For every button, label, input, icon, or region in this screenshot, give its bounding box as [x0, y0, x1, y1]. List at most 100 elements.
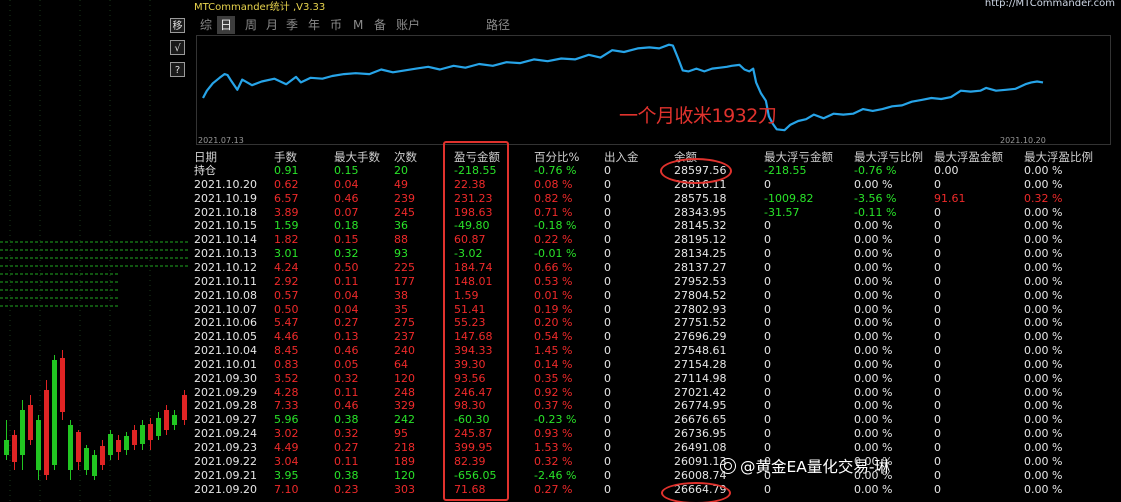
table-row[interactable]: 2021.10.11 2.92 0.11 177 148.01 0.53 % 0 27952.… — [192, 275, 1121, 289]
tab-3[interactable]: 月 — [266, 16, 278, 34]
column-header[interactable]: 百分比% — [534, 150, 579, 164]
candle-body — [172, 415, 177, 425]
table-cell: 0.00 % — [1024, 482, 1063, 496]
table-cell: 0 — [934, 219, 941, 233]
table-cell: 4.49 — [274, 441, 299, 454]
column-header[interactable]: 出入金 — [604, 150, 639, 164]
table-cell: 2021.09.23 — [194, 441, 257, 454]
table-cell: 27952.53 — [674, 274, 727, 288]
help-button[interactable]: ? — [170, 62, 185, 77]
column-header[interactable]: 日期 — [194, 150, 217, 164]
table-row[interactable]: 2021.10.19 6.57 0.46 239 231.23 0.82 % 0 28575.… — [192, 192, 1121, 206]
candle-body — [148, 424, 153, 440]
table-row[interactable]: 2021.10.20 0.62 0.04 49 22.38 0.08 % 0 28816.11… — [192, 178, 1121, 192]
table-row[interactable]: 2021.09.29 4.28 0.11 248 246.47 0.92 % 0 27021.… — [192, 386, 1121, 400]
column-header[interactable]: 最大手数 — [334, 150, 380, 164]
table-row[interactable]: 2021.10.01 0.83 0.05 64 39.30 0.14 % 0 27154.28… — [192, 358, 1121, 372]
column-header[interactable]: 最大浮盈金额 — [934, 150, 1003, 164]
column-header[interactable]: 次数 — [394, 150, 417, 164]
table-cell: 2021.09.30 — [194, 371, 257, 385]
table-row[interactable]: 2021.09.27 5.96 0.38 242 -60.30 -0.23 % 0 26676… — [192, 413, 1121, 427]
column-header[interactable]: 最大浮盈比例 — [1024, 150, 1093, 164]
tab-8[interactable]: 备 — [374, 16, 386, 34]
table-cell: 2021.10.04 — [194, 344, 257, 358]
table-row[interactable]: 2021.09.21 3.95 0.38 120 -656.05 -2.46 % 0 2600… — [192, 469, 1121, 483]
table-row[interactable]: 2021.10.06 5.47 0.27 275 55.23 0.20 % 0 27751.5… — [192, 316, 1121, 330]
tab-2[interactable]: 周 — [245, 16, 257, 34]
table-row[interactable]: 2021.09.30 3.52 0.32 120 93.56 0.35 % 0 27114.9… — [192, 372, 1121, 386]
table-cell: 3.02 — [274, 427, 299, 441]
table-cell: 0.00 % — [1024, 260, 1063, 274]
table-cell: 242 — [394, 413, 415, 427]
table-cell: 0.00 % — [1024, 164, 1063, 177]
tab-7[interactable]: M — [353, 16, 363, 34]
table-row[interactable]: 2021.10.08 0.57 0.04 38 1.59 0.01 % 0 27804.52 0… — [192, 289, 1121, 303]
table-row[interactable]: 2021.10.07 0.50 0.04 35 51.41 0.19 % 0 27802.93… — [192, 303, 1121, 317]
move-button[interactable]: 移 — [170, 18, 185, 33]
table-cell: 4.28 — [274, 385, 299, 399]
table-cell: -0.11 % — [854, 205, 897, 219]
tab-6[interactable]: 币 — [330, 16, 342, 34]
tab-10[interactable]: 路径 — [486, 16, 510, 34]
table-cell: 0 — [764, 177, 771, 191]
table-cell: 0 — [934, 385, 941, 399]
check-button[interactable]: √ — [170, 40, 185, 55]
table-cell: 0 — [764, 482, 771, 496]
table-row[interactable]: 2021.10.05 4.46 0.13 237 147.68 0.54 % 0 27696.… — [192, 330, 1121, 344]
table-cell: 0 — [764, 413, 771, 427]
table-row[interactable]: 2021.10.15 1.59 0.18 36 -49.80 -0.18 % 0 28145.… — [192, 219, 1121, 233]
column-header[interactable]: 最大浮亏金额 — [764, 150, 833, 164]
table-cell: 0 — [934, 302, 941, 316]
table-row[interactable]: 持仓 0.91 0.15 20 -218.55 -0.76 % 0 28597.56 -218.… — [192, 164, 1121, 178]
column-header[interactable]: 手数 — [274, 150, 297, 164]
table-row[interactable]: 2021.10.12 4.24 0.50 225 184.74 0.66 % 0 28137.… — [192, 261, 1121, 275]
tab-0[interactable]: 综 — [200, 16, 212, 34]
table-cell: 2021.09.24 — [194, 427, 257, 441]
tab-9[interactable]: 账户 — [396, 16, 420, 34]
table-cell: 5.96 — [274, 413, 299, 427]
table-cell: 28343.95 — [674, 205, 727, 219]
table-cell: 0 — [604, 191, 611, 205]
website-link[interactable]: http://MTCommander.com — [985, 0, 1115, 9]
table-row[interactable]: 2021.10.13 3.01 0.32 93 -3.02 -0.01 % 0 28134.2… — [192, 247, 1121, 261]
table-cell: -0.18 % — [534, 219, 577, 233]
table-cell: 0.57 — [274, 288, 299, 302]
table-cell: 0.00 % — [854, 316, 893, 330]
side-toolbar: 移 √ ? — [168, 0, 190, 90]
table-cell: 0.00 % — [854, 219, 893, 233]
table-row[interactable]: 2021.09.23 4.49 0.27 218 399.95 1.53 % 0 26491.… — [192, 441, 1121, 455]
table-cell: 91.61 — [934, 191, 966, 205]
table-row[interactable]: 2021.09.20 7.10 0.23 303 71.68 0.27 % 0 26664.7… — [192, 483, 1121, 497]
table-cell: 0 — [934, 330, 941, 344]
table-cell: 0.00 % — [854, 371, 893, 385]
table-cell: 0 — [764, 344, 771, 358]
table-cell: 0 — [934, 344, 941, 358]
table-cell: 2021.10.20 — [194, 177, 257, 191]
tab-5[interactable]: 年 — [308, 16, 320, 34]
table-row[interactable]: 2021.09.28 7.33 0.46 329 98.30 0.37 % 0 26774.9… — [192, 399, 1121, 413]
tab-1[interactable]: 日 — [217, 16, 236, 34]
candle-body — [116, 440, 121, 452]
table-row[interactable]: 2021.10.04 8.45 0.46 240 394.33 1.45 % 0 27548.… — [192, 344, 1121, 358]
candle-body — [164, 410, 169, 430]
table-row[interactable]: 2021.10.18 3.89 0.07 245 198.63 0.71 % 0 28343.… — [192, 206, 1121, 220]
table-cell: 0.08 % — [534, 177, 573, 191]
table-row[interactable]: 2021.10.14 1.82 0.15 88 60.87 0.22 % 0 28195.12… — [192, 233, 1121, 247]
table-cell: 2021.10.05 — [194, 330, 257, 344]
title-bar: MTCommander统计 ,V3.33 http://MTCommander.… — [192, 0, 1121, 13]
table-cell: 2021.09.29 — [194, 385, 257, 399]
table-row[interactable]: 2021.09.24 3.02 0.32 95 245.87 0.93 % 0 26736.9… — [192, 427, 1121, 441]
table-cell: 0 — [604, 260, 611, 274]
table-cell: 0.00 % — [1024, 413, 1063, 427]
candle-body — [76, 432, 81, 462]
column-header[interactable]: 最大浮亏比例 — [854, 150, 923, 164]
table-row[interactable]: 2021.09.22 3.04 0.11 189 82.39 0.32 % 0 26091.1… — [192, 455, 1121, 469]
table-cell: 0.00 % — [1024, 371, 1063, 385]
table-cell: 0.00 % — [1024, 247, 1063, 261]
table-header: 日期 手数 最大手数 次数 盈亏金额 百分比% 出入金 余额 最大浮亏金额 最大浮亏比例 最大浮盈金… — [192, 150, 1121, 164]
table-cell: 0.00 % — [1024, 233, 1063, 247]
table-cell: 7.33 — [274, 399, 299, 413]
table-cell: 1.45 % — [534, 344, 573, 358]
table-cell: -0.76 % — [534, 164, 577, 177]
tab-4[interactable]: 季 — [286, 16, 298, 34]
